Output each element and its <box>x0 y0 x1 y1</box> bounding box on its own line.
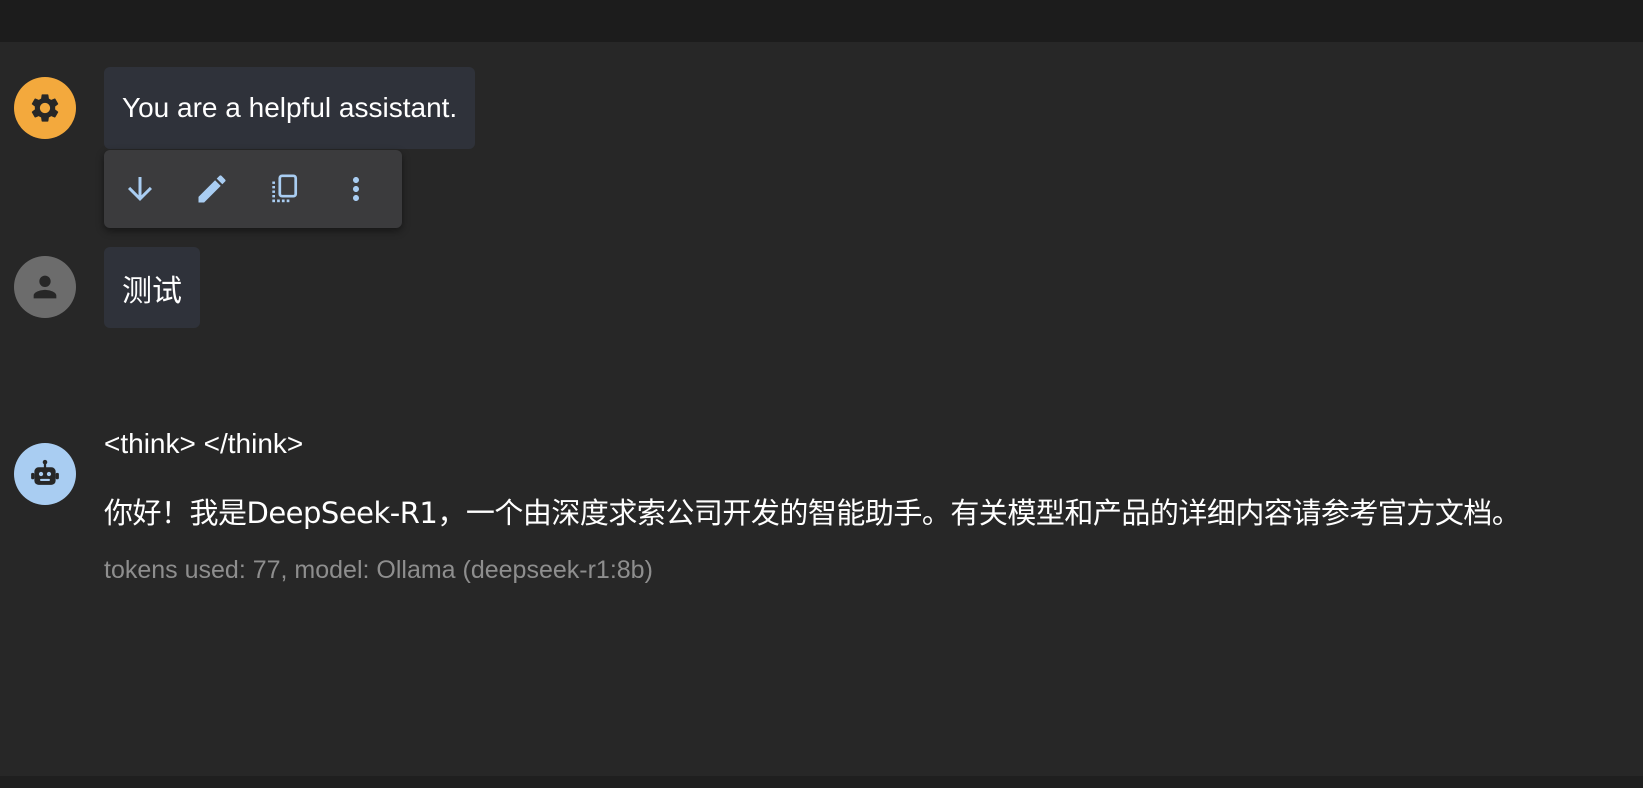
system-message-bubble[interactable]: You are a helpful assistant. <box>104 67 476 149</box>
top-bar <box>0 0 1643 42</box>
edit-button[interactable] <box>186 162 237 216</box>
bottom-bar <box>0 776 1643 788</box>
system-message-text: You are a helpful assistant. <box>122 92 458 123</box>
more-options-button[interactable] <box>330 162 381 216</box>
copy-icon <box>266 171 302 207</box>
think-tag-text: <think> </think> <box>104 428 304 459</box>
copy-button[interactable] <box>258 162 309 216</box>
robot-icon <box>28 457 62 491</box>
message-action-toolbar <box>104 150 402 228</box>
user-avatar <box>14 256 76 318</box>
pencil-icon <box>194 171 230 207</box>
assistant-message-text: 你好！我是DeepSeek-R1，一个由深度求索公司开发的智能助手。有关模型和产… <box>104 496 1521 530</box>
system-avatar <box>14 77 76 139</box>
move-down-button[interactable] <box>114 162 165 216</box>
gear-icon <box>28 91 62 125</box>
user-message-text: 测试 <box>122 274 182 308</box>
user-message-bubble[interactable]: 测试 <box>104 247 200 328</box>
arrow-down-icon <box>122 171 158 207</box>
assistant-avatar <box>14 443 76 505</box>
message-meta-info: tokens used: 77, model: Ollama (deepseek… <box>104 556 653 584</box>
more-vert-icon <box>338 171 374 207</box>
person-icon <box>28 270 62 304</box>
